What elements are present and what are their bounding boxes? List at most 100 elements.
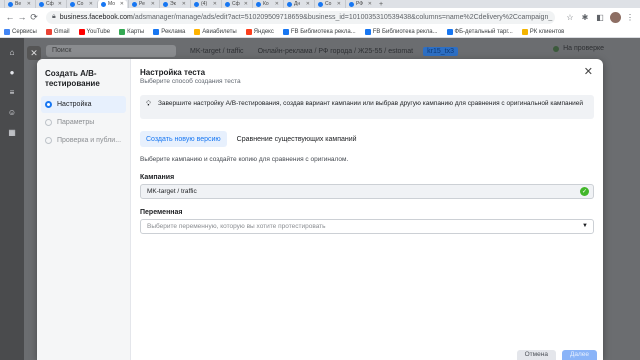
bookmark-icon (119, 28, 126, 35)
url-path: /adsmanager/manage/ads/edit?act=51020950… (132, 13, 553, 21)
wizard-step-label: Проверка и публи... (57, 137, 122, 144)
back-arrow-icon[interactable]: ← (4, 12, 16, 22)
bookmark-icon (78, 28, 85, 35)
wizard-step[interactable]: Параметры (41, 114, 126, 131)
tab-compare-existing[interactable]: Сравнение существующих кампаний (231, 131, 363, 147)
status-dot-icon (553, 45, 560, 52)
bookmark-item[interactable]: FB Библиотека рекла... (364, 28, 438, 35)
browser-tab[interactable]: Ве ✕ (4, 0, 34, 8)
tab-close-icon[interactable]: ✕ (213, 1, 217, 7)
page-subtitle: Выберите способ создания теста (140, 78, 241, 85)
address-bar[interactable]: 🔒︎ business.facebook.com /adsmanager/man… (46, 10, 555, 24)
favicon-icon (349, 1, 354, 7)
puzzle-icon[interactable]: ◧ (594, 11, 606, 23)
check-circle-icon: ✓ (580, 187, 589, 196)
tab-close-icon[interactable]: ✕ (151, 1, 155, 7)
browser-tab[interactable]: Со ✕ (314, 0, 344, 8)
browser-tab[interactable]: Со ✕ (66, 0, 96, 8)
new-tab-icon[interactable]: + (379, 1, 383, 8)
wizard-step[interactable]: Проверка и публи... (41, 132, 126, 149)
close-panel-icon[interactable]: ✕ (27, 46, 41, 60)
variable-placeholder: Выберите переменную, которую вы хотите п… (147, 223, 326, 230)
mode-tabs: Создать новую версию Сравнение существующ… (140, 131, 367, 147)
bookmark-label: ФБ-детальный тарг... (454, 28, 513, 35)
emoji-icon[interactable]: ☺ (6, 106, 18, 118)
browser-tab-label: Со (77, 1, 84, 7)
breadcrumb-ad[interactable]: kr15_tx3 (423, 46, 458, 56)
favicon-icon (132, 1, 137, 7)
browser-tab[interactable]: (4) ✕ (190, 0, 220, 8)
info-banner: 💡︎ Завершите настройку A/B-тестирования,… (140, 95, 594, 119)
wizard-step-label: Параметры (57, 119, 95, 126)
browser-tab[interactable]: Сф ✕ (221, 0, 251, 8)
background-search-input[interactable]: Поиск (46, 45, 176, 57)
reload-icon[interactable]: ⟳ (28, 12, 40, 23)
favicon-icon (194, 1, 199, 7)
bookmark-item[interactable]: Gmail (45, 28, 70, 35)
browser-tab-label: Ве (15, 1, 22, 7)
tab-create-new-version[interactable]: Создать новую версию (140, 131, 227, 147)
tab-close-icon[interactable]: ✕ (58, 1, 62, 7)
bookmark-item[interactable]: Карты (119, 28, 144, 35)
bookmark-item[interactable]: YouTube (78, 28, 110, 35)
tab-close-icon[interactable]: ✕ (120, 1, 124, 7)
tab-close-icon[interactable]: ✕ (27, 1, 31, 7)
variable-select[interactable]: Выберите переменную, которую вы хотите п… (140, 219, 594, 234)
bookmark-item[interactable]: ФБ-детальный тарг... (446, 28, 513, 35)
page-title: Настройка теста (140, 68, 206, 77)
star-icon[interactable]: ☆ (564, 11, 576, 23)
review-status: На проверке (553, 45, 604, 52)
bookmark-item[interactable]: Сервисы (4, 28, 37, 35)
campaign-label: Кампания (140, 174, 175, 181)
browser-tab[interactable]: Ре ✕ (128, 0, 158, 8)
bookmark-label: FB Библиотека рекла... (372, 28, 438, 35)
browser-tab[interactable]: Сф ✕ (35, 0, 65, 8)
profile-avatar[interactable] (610, 11, 621, 23)
home-icon[interactable]: ⌂ (6, 46, 18, 58)
bookmark-item[interactable]: РК клиентов (521, 28, 565, 35)
grid-icon[interactable]: ▦ (6, 126, 18, 138)
browser-tab[interactable]: Мо ✕ (97, 0, 127, 8)
favicon-icon (163, 1, 168, 7)
menu-dots-icon[interactable]: ⋮ (624, 11, 636, 23)
browser-tab[interactable]: Эк ✕ (159, 0, 189, 8)
cancel-button[interactable]: Отмена (516, 350, 556, 360)
next-button[interactable]: Далее (561, 350, 597, 360)
tab-close-icon[interactable]: ✕ (244, 1, 248, 7)
browser-tab[interactable]: Ко ✕ (252, 0, 282, 8)
tab-close-icon[interactable]: ✕ (182, 1, 186, 7)
tab-close-icon[interactable]: ✕ (275, 1, 279, 7)
bookmark-label: РК клиентов (529, 28, 565, 35)
breadcrumb-campaign[interactable]: MK-target / traffic (190, 48, 244, 55)
bookmark-icon (364, 28, 371, 35)
lightbulb-icon: 💡︎ (146, 101, 151, 108)
background-topbar: Поиск MK-target / traffic Онлайн-реклама… (46, 43, 640, 59)
wizard-step[interactable]: Настройка (41, 96, 126, 113)
bookmark-item[interactable]: Авиабилеты (194, 28, 237, 35)
step-circle-icon (45, 137, 52, 144)
tab-close-icon[interactable]: ✕ (337, 1, 341, 7)
bookmark-label: FB Библиотека рекла... (290, 28, 356, 35)
tab-close-icon[interactable]: ✕ (306, 1, 310, 7)
profile-icon[interactable]: ● (6, 66, 18, 78)
bookmark-item[interactable]: FB Библиотека рекла... (282, 28, 356, 35)
browser-tab-label: (4) (201, 1, 208, 7)
close-icon[interactable]: ✕ (584, 67, 593, 78)
browser-tab[interactable]: Дн ✕ (283, 0, 313, 8)
browser-tab-label: Сф (46, 1, 54, 7)
step-circle-icon (45, 101, 52, 108)
browser-tab-label: Мо (108, 1, 116, 7)
favicon-icon (8, 1, 13, 7)
campaign-field[interactable]: MK-target / traffic ✓ (140, 184, 594, 199)
breadcrumb-adset[interactable]: Онлайн-реклама / РФ города / Ж25-55 / es… (258, 48, 414, 55)
modal-footer: Отмена Далее (132, 350, 603, 360)
bookmark-item[interactable]: Реклама (153, 28, 185, 35)
bookmark-item[interactable]: Яндекс (245, 28, 274, 35)
tab-close-icon[interactable]: ✕ (368, 1, 372, 7)
tab-close-icon[interactable]: ✕ (89, 1, 93, 7)
browser-tab-label: Ко (263, 1, 269, 7)
extension-icon[interactable]: ✱ (579, 11, 591, 23)
menu-icon[interactable]: ≡ (6, 86, 18, 98)
browser-tab[interactable]: РФ ✕ (345, 0, 375, 8)
forward-arrow-icon[interactable]: → (16, 12, 28, 22)
